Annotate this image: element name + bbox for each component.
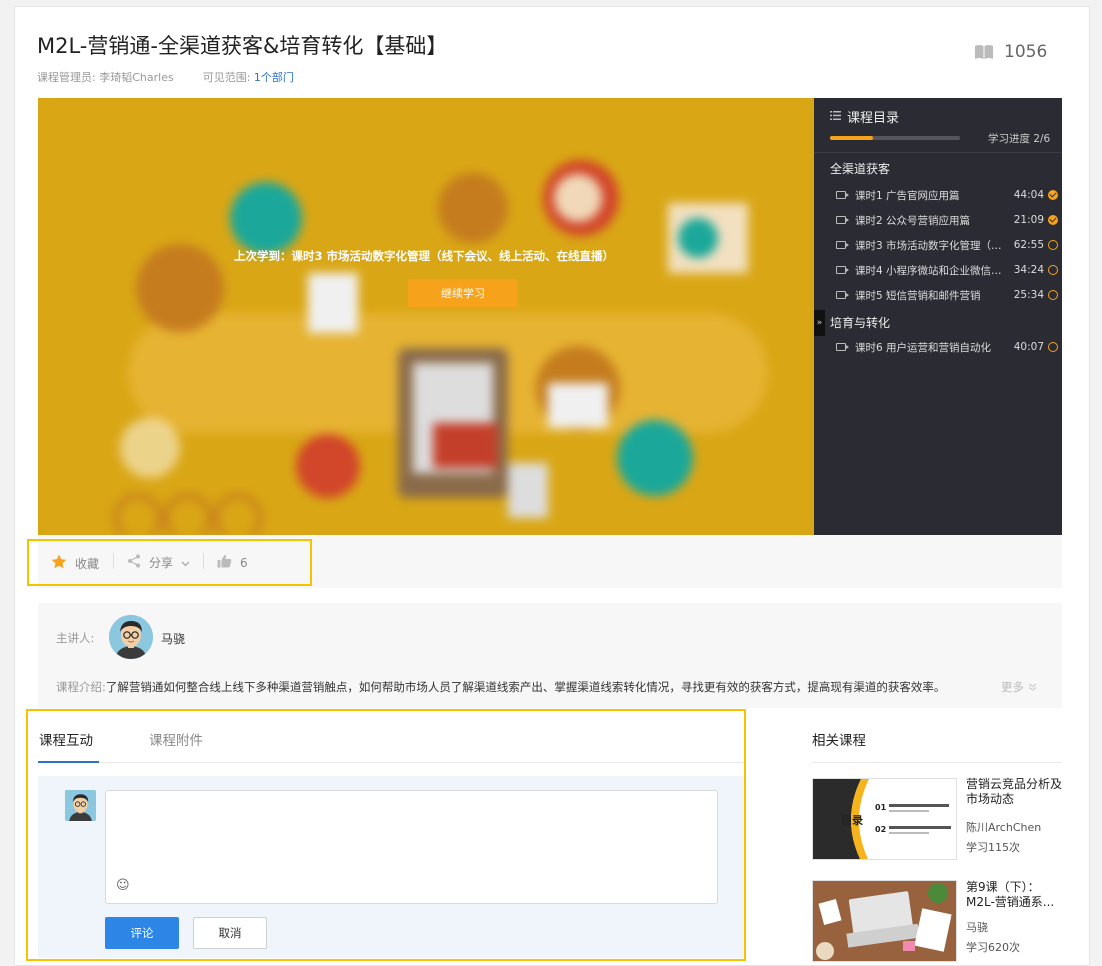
lesson-item[interactable]: 课时4 小程序微站和企业微信应用篇 34:24 <box>836 261 1058 279</box>
video-cover-art <box>38 98 814 535</box>
comment-input[interactable] <box>105 790 718 904</box>
section-title[interactable]: 全渠道获客 <box>830 160 890 177</box>
course-catalog: 课程目录 学习进度 2/6 全渠道获客 课时1 广告官网应用篇 44:04 课时… <box>814 98 1062 535</box>
favorite-button[interactable]: 收藏 <box>51 554 99 572</box>
chevron-down-icon <box>181 556 190 570</box>
catalog-title: 课程目录 <box>847 111 900 126</box>
admin-name: 李琦韬Charles <box>99 71 174 84</box>
scope-label: 可见范围: <box>202 71 251 84</box>
related-course-title[interactable]: 营销云竞品分析及市场动态 <box>966 777 1064 807</box>
video-icon <box>836 241 849 249</box>
list-icon <box>830 109 841 124</box>
progress-bar <box>830 136 960 140</box>
active-tab-indicator <box>38 761 99 763</box>
course-meta: 课程管理员: 李琦韬Charles 可见范围: 1个部门 <box>37 69 294 85</box>
more-toggle[interactable]: 更多 <box>1001 679 1037 695</box>
related-course-count: 学习115次 <box>966 841 1020 854</box>
like-button[interactable]: 6 <box>217 554 248 571</box>
lesson-item[interactable]: 课时5 短信营销和邮件营销 25:34 <box>836 286 1058 304</box>
thumb-heading: 目录 <box>841 814 863 827</box>
double-chevron-down-icon <box>1028 680 1037 694</box>
page-title: M2L-营销通-全渠道获客&培育转化【基础】 <box>37 34 448 58</box>
submit-comment-button[interactable]: 评论 <box>105 917 179 949</box>
video-icon <box>836 191 849 199</box>
tab-course-interaction[interactable]: 课程互动 <box>39 729 93 749</box>
related-course-title[interactable]: 第9课（下）：M2L-营销通系... <box>966 880 1064 910</box>
incomplete-icon <box>1048 290 1058 300</box>
tab-course-attachments[interactable]: 课程附件 <box>149 729 203 749</box>
lesson-item[interactable]: 课时2 公众号营销应用篇 21:09 <box>836 211 1058 229</box>
lesson-item[interactable]: 课时6 用户运营和营销自动化 40:07 <box>836 338 1058 356</box>
section-title[interactable]: 培育与转化 <box>830 314 890 331</box>
thumb-num: 01 <box>875 803 887 812</box>
completed-icon <box>1048 190 1058 200</box>
related-course-thumbnail[interactable] <box>812 880 957 962</box>
continue-learning-button[interactable]: 继续学习 <box>408 279 518 307</box>
related-course-thumbnail[interactable]: 目录 01 02 <box>812 778 957 860</box>
lecturer-name[interactable]: 马骁 <box>161 630 185 647</box>
related-course-count: 学习620次 <box>966 941 1020 954</box>
user-avatar <box>65 790 96 821</box>
thumb-num: 02 <box>875 825 886 834</box>
share-button[interactable]: 分享 <box>127 554 190 571</box>
video-icon <box>836 343 849 351</box>
lesson-item[interactable]: 课时1 广告官网应用篇 44:04 <box>836 186 1058 204</box>
related-course-author: 马骁 <box>966 921 988 934</box>
video-icon <box>836 216 849 224</box>
lecturer-avatar[interactable] <box>109 615 153 659</box>
resume-hint: 上次学到：课时3 市场活动数字化管理（线下会议、线上活动、在线直播） <box>234 249 615 263</box>
incomplete-icon <box>1048 265 1058 275</box>
related-course-author: 陈川ArchChen <box>966 821 1042 834</box>
scope-link[interactable]: 1个部门 <box>254 71 294 84</box>
admin-label: 课程管理员: <box>37 71 96 84</box>
intro-text: 了解营销通如何整合线上线下多种渠道营销触点，如何帮助市场人员了解渠道线索产出、掌… <box>105 680 946 694</box>
view-count: 1056 <box>974 42 1047 62</box>
book-icon <box>974 44 994 60</box>
emoji-icon[interactable]: ☺ <box>116 878 130 893</box>
incomplete-icon <box>1048 342 1058 352</box>
video-icon <box>836 266 849 274</box>
lesson-item[interactable]: 课时3 市场活动数字化管理（线下会议、线上活动、在线直播） 62:55 <box>836 236 1058 254</box>
video-player[interactable]: 上次学到：课时3 市场活动数字化管理（线下会议、线上活动、在线直播） 继续学习 <box>38 98 814 535</box>
share-icon <box>127 554 141 571</box>
completed-icon <box>1048 215 1058 225</box>
progress-value: 2/6 <box>1033 133 1051 145</box>
lecturer-label: 主讲人: <box>56 631 95 645</box>
view-count-value: 1056 <box>1004 42 1048 62</box>
related-courses-title: 相关课程 <box>812 733 866 749</box>
video-icon <box>836 291 849 299</box>
incomplete-icon <box>1048 240 1058 250</box>
catalog-header: 课程目录 <box>830 107 899 126</box>
cancel-comment-button[interactable]: 取消 <box>193 917 267 949</box>
thumbs-up-icon <box>217 554 232 571</box>
progress-label: 学习进度 2/6 <box>988 133 1051 145</box>
progress-fill <box>830 136 874 140</box>
collapse-catalog-toggle[interactable]: » <box>814 310 825 336</box>
like-count: 6 <box>240 555 248 570</box>
star-icon <box>51 554 67 572</box>
course-intro: 课程介绍:了解营销通如何整合线上线下多种渠道营销触点，如何帮助市场人员了解渠道线… <box>56 679 945 695</box>
intro-label: 课程介绍: <box>56 680 106 694</box>
